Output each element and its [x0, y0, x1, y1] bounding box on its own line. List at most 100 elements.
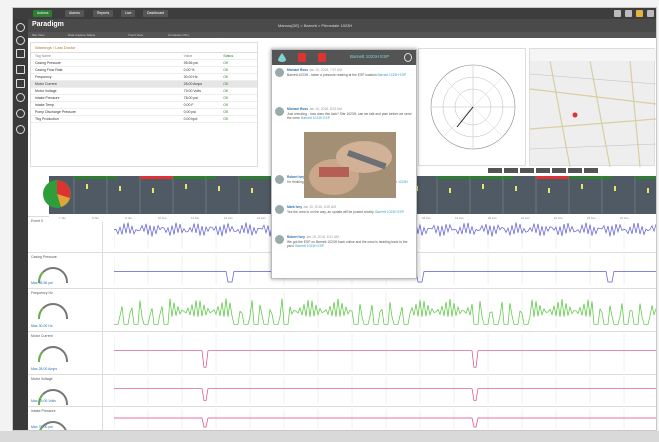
strip-event-marker[interactable] — [185, 184, 187, 189]
table-row[interactable]: Casing Flow Rate 0.00 % OK — [31, 67, 257, 74]
map-panel[interactable] — [529, 48, 656, 168]
message-time: Jan 15, 2018, 8:31 AM — [305, 235, 339, 239]
chat-message: Michael Ross Jan 15, 2018, 8:02 AM Just c… — [275, 107, 413, 121]
message-link[interactable]: Barnett 1023H ESP — [375, 210, 404, 214]
message-author[interactable]: Robert Ivey — [287, 175, 305, 179]
tab-alarms[interactable]: Alarms — [65, 10, 84, 17]
range-button[interactable] — [552, 168, 566, 173]
strip-event-marker[interactable] — [482, 184, 484, 189]
strip-status-bar — [602, 176, 612, 179]
strip-event-marker[interactable] — [647, 188, 649, 193]
attached-photo[interactable] — [304, 132, 396, 198]
alert-icon[interactable] — [298, 53, 306, 62]
table-row[interactable]: Intake Temp 0.00 F OK — [31, 102, 257, 109]
pin-icon[interactable] — [16, 93, 25, 102]
range-button[interactable] — [488, 168, 502, 173]
trend-plot[interactable] — [114, 377, 657, 403]
home-icon[interactable] — [16, 23, 25, 32]
strip-status-bar — [635, 176, 656, 179]
row-name: Intake Pressure — [35, 96, 60, 100]
table-row[interactable]: Pump Discharge Pressure 0.00 psi OK — [31, 109, 257, 116]
message-time: Jan 15, 2018, 7:57 AM — [309, 68, 342, 72]
timeline-tick: 23 Jan — [587, 216, 596, 220]
row-status: OK — [223, 117, 229, 121]
section-info: Motor Voltage Max 79.00 Volts — [28, 375, 103, 406]
strip-event-marker[interactable] — [581, 184, 583, 189]
timeline-tick: 21 Jan — [521, 216, 530, 220]
row-status: OK — [223, 89, 229, 93]
subnav-trend-view[interactable]: Trend View — [128, 33, 143, 37]
polar-chart — [418, 48, 526, 166]
strip-event-marker[interactable] — [218, 186, 220, 191]
table-row[interactable]: Motor Voltage 79.00 Volts OK — [31, 88, 257, 95]
table-row[interactable]: Tbg Production 0.00 bpd OK — [31, 116, 257, 123]
message-link[interactable]: Barnett 1023H ESP — [301, 116, 330, 120]
table-row[interactable]: Frequency 30.00 Hz OK — [31, 74, 257, 81]
strip-status-bar — [569, 176, 602, 179]
range-button[interactable] — [504, 168, 518, 173]
tab-dashboard[interactable]: Dashboard — [143, 10, 169, 17]
settings-icon[interactable] — [16, 109, 25, 118]
trend-plot[interactable] — [114, 409, 657, 429]
grid-icon[interactable] — [16, 49, 25, 58]
user-icon[interactable] — [647, 10, 654, 17]
polar-svg — [430, 64, 516, 150]
share-icon[interactable] — [404, 53, 412, 62]
tab-live[interactable]: Live — [121, 10, 136, 17]
range-button[interactable] — [584, 168, 598, 173]
range-button[interactable] — [520, 168, 534, 173]
table-row[interactable]: Intake Pressure 78.00 psi OK — [31, 95, 257, 102]
message-author[interactable]: Michael Ross — [287, 107, 308, 111]
section-info: Casing Pressure Max 95.56 psi — [28, 253, 103, 288]
message-author[interactable]: Mark Ivey — [287, 205, 302, 209]
section-value: Max 78.00 psi — [31, 425, 53, 429]
panel-title: Warnings / Last Doctor — [31, 43, 257, 53]
section-label: Casing Pressure — [31, 255, 57, 259]
chart-icon[interactable] — [16, 65, 25, 74]
series-line — [114, 298, 656, 325]
subnav-data-capture[interactable]: Data Capture Status — [68, 33, 95, 37]
photo-svg — [304, 132, 396, 198]
row-value: 95.56 psi — [183, 61, 198, 65]
alarm-icon[interactable] — [318, 53, 326, 62]
mail-icon[interactable] — [625, 10, 632, 17]
camera-icon[interactable] — [614, 10, 621, 17]
strip-event-marker[interactable] — [119, 186, 121, 191]
chat-popup[interactable]: Barnett 1023H ESP Michael Ross Jan 15, 2… — [271, 49, 417, 279]
trend-plot[interactable] — [114, 334, 657, 371]
tab-actions[interactable]: Actions — [33, 10, 53, 17]
timeline-tick: 19 Jan — [455, 216, 464, 220]
tools-icon[interactable] — [16, 79, 25, 88]
table-row[interactable]: Casing Pressure 95.56 psi OK — [31, 60, 257, 67]
compass-icon[interactable] — [16, 36, 25, 45]
range-button[interactable] — [536, 168, 550, 173]
message-link[interactable]: Barnett 1023H ESP — [377, 73, 406, 77]
trend-plot[interactable] — [114, 291, 657, 328]
section-value: Max 95.56 psi — [31, 281, 53, 285]
table-row[interactable]: Motor Current 28.00 Amps OK — [31, 81, 257, 88]
strip-event-marker[interactable] — [86, 184, 88, 189]
flag-icon[interactable] — [636, 10, 643, 17]
strip-event-marker[interactable] — [515, 186, 517, 191]
strip-event-marker[interactable] — [152, 188, 154, 193]
message-link[interactable]: Barnett 1023H ESP — [295, 244, 324, 248]
row-name: Motor Current — [35, 82, 57, 86]
row-name: Frequency — [35, 75, 52, 79]
subnav-correlation[interactable]: Correlation Plot — [168, 33, 189, 37]
message-author[interactable]: Michael Ross — [287, 68, 308, 72]
row-status: OK — [223, 82, 229, 86]
strip-event-marker[interactable] — [449, 188, 451, 193]
strip-status-bar — [206, 176, 216, 179]
strip-event-marker[interactable] — [548, 188, 550, 193]
strip-event-marker[interactable] — [614, 186, 616, 191]
strip-event-marker[interactable] — [251, 188, 253, 193]
range-button[interactable] — [568, 168, 582, 173]
row-value: 0.00 psi — [183, 110, 196, 114]
tab-reports[interactable]: Reports — [93, 10, 114, 17]
message-author[interactable]: Robert Ivey — [287, 235, 305, 239]
trend-section: Motor Current Max 28.00 Amps — [28, 331, 657, 374]
row-status: OK — [223, 75, 229, 79]
timeline-tick: 10 Jan — [158, 216, 167, 220]
subnav-site-view[interactable]: Site View — [32, 33, 44, 37]
block-icon[interactable] — [16, 125, 25, 134]
